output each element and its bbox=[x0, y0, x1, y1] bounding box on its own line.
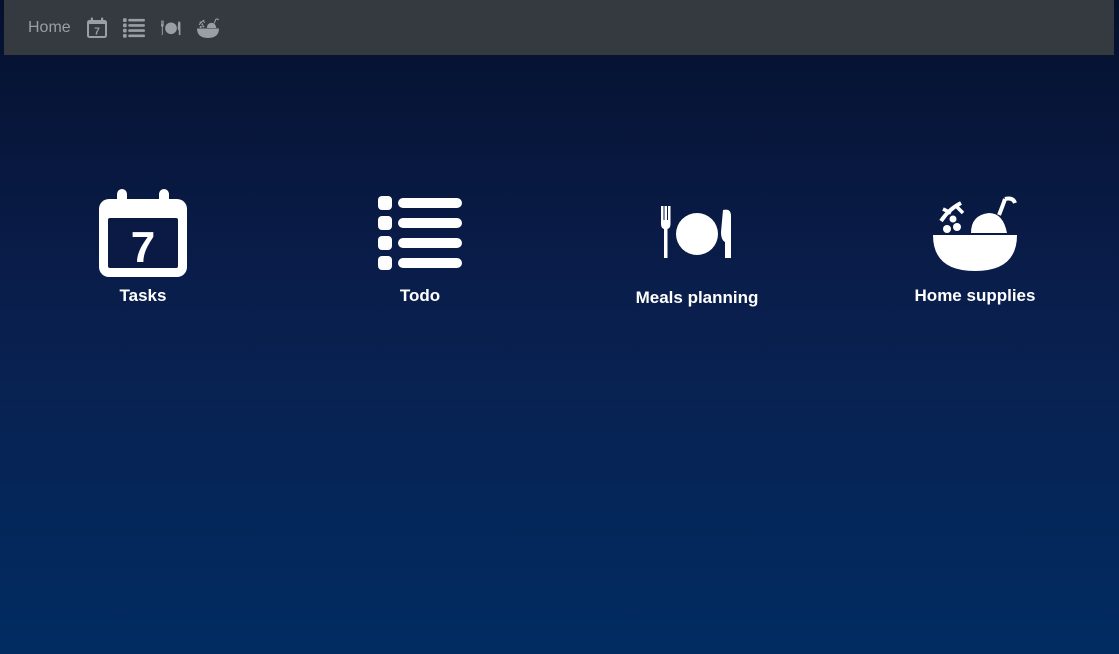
tile-todo[interactable]: Todo bbox=[281, 186, 559, 306]
tile-home-supplies[interactable]: Home supplies bbox=[836, 186, 1114, 306]
calendar-icon: 7 bbox=[99, 186, 187, 280]
tile-label-home-supplies: Home supplies bbox=[914, 286, 1036, 305]
tile-tasks[interactable]: 7 Tasks bbox=[4, 186, 282, 306]
plate-cutlery-icon bbox=[661, 186, 733, 280]
calendar-day-number: 7 bbox=[131, 223, 155, 272]
list-icon bbox=[378, 186, 462, 280]
tile-grid: 7 Tasks Todo Meals planning Home supplie… bbox=[0, 0, 1119, 654]
tile-label-todo: Todo bbox=[399, 286, 441, 305]
tile-meals-planning[interactable]: Meals planning bbox=[558, 186, 836, 308]
bowl-food-icon bbox=[933, 186, 1017, 280]
tile-label-tasks: Tasks bbox=[119, 286, 167, 305]
tile-label-meals-planning: Meals planning bbox=[635, 288, 759, 307]
